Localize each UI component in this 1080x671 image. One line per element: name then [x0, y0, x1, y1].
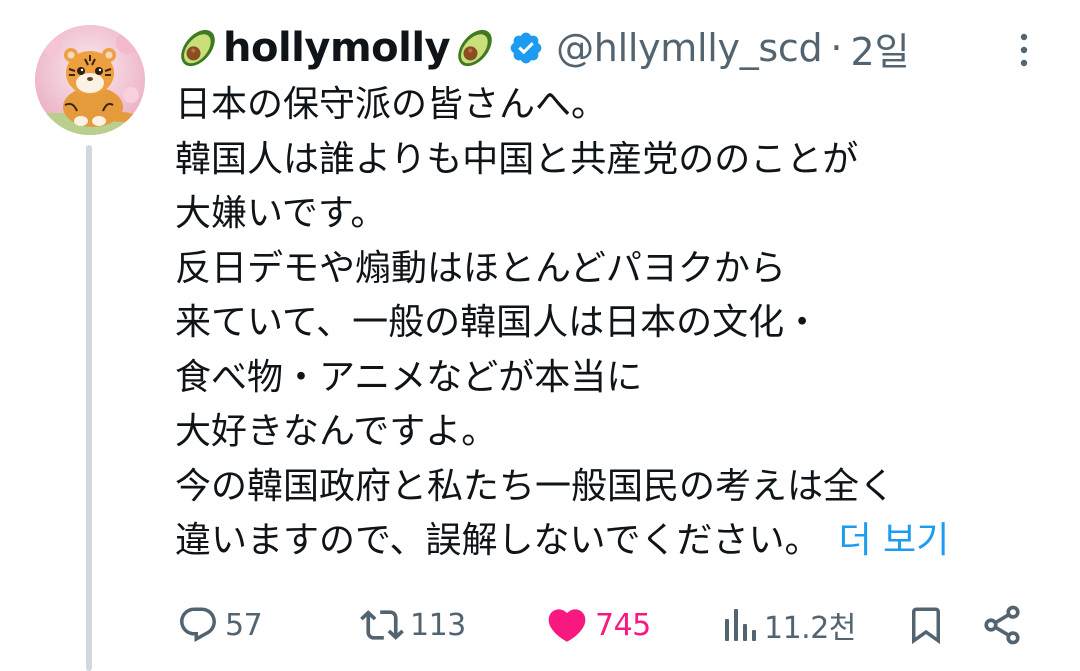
tweet-time[interactable]: 2일 — [850, 21, 909, 76]
tiger-avatar-icon — [35, 25, 145, 135]
avocado-emoji-icon — [175, 25, 221, 71]
action-bar: 57 113 745 11.2천 — [0, 595, 1080, 655]
tweet-header: hollymolly @hllymlly_scd · 2일 — [175, 22, 910, 74]
verified-badge-icon[interactable] — [508, 30, 544, 66]
share-icon — [984, 605, 1020, 645]
author-handle[interactable]: @hllymlly_scd — [556, 26, 823, 70]
tweet: hollymolly @hllymlly_scd · 2일 日本の保守派の皆さん… — [0, 0, 1080, 671]
reply-count: 57 — [225, 607, 263, 643]
tweet-text-line: 来ていて、一般の韓国人は日本の文化・ — [175, 302, 821, 343]
tweet-text-line: 食べ物・アニメなどが本当に — [175, 356, 643, 398]
repost-button[interactable]: 113 — [360, 595, 466, 655]
analytics-icon — [725, 609, 756, 641]
reply-icon — [180, 607, 216, 642]
bookmark-button[interactable] — [905, 595, 947, 655]
tweet-text-line: 日本の保守派の皆さんへ。 — [175, 84, 608, 125]
display-name[interactable]: hollymolly — [223, 25, 451, 71]
show-more-link[interactable]: 더 보기 — [838, 520, 949, 561]
repost-count: 113 — [410, 607, 466, 643]
like-button[interactable]: 745 — [545, 595, 651, 655]
tweet-text-line: 大好きなんですよ。 — [175, 411, 498, 452]
view-count: 11.2천 — [764, 611, 856, 646]
heart-filled-icon — [548, 609, 586, 642]
like-count: 745 — [595, 607, 651, 643]
bookmark-icon — [912, 607, 940, 645]
avatar[interactable] — [35, 25, 145, 135]
reply-button[interactable]: 57 — [177, 595, 263, 655]
tweet-text: 日本の保守派の皆さんへ。 韓国人は誰よりも中国と共産党ののことが 大嫌いです。 … — [175, 78, 1055, 569]
more-options-icon[interactable] — [1012, 30, 1036, 70]
repost-icon — [360, 610, 404, 640]
tweet-text-line: 韓国人は誰よりも中国と共産党ののことが — [175, 138, 859, 180]
share-button[interactable] — [980, 595, 1024, 655]
separator-dot: · — [830, 26, 843, 70]
tweet-text-last-line: 違いますので、誤解しないでください。 더 보기 — [175, 514, 1055, 569]
tweet-text-line: 今の韓国政府と私たち一般国民の考えは全く — [175, 465, 896, 507]
views-button[interactable]: 11.2천 — [722, 595, 856, 655]
avocado-emoji-icon — [452, 25, 498, 71]
tweet-text-line: 違いますので、誤解しないでください。 — [175, 520, 821, 561]
tweet-text-line: 大嫌いです。 — [175, 193, 387, 234]
tweet-text-line: 反日デモや煽動はほとんどパヨクから — [175, 247, 786, 289]
thread-line — [86, 145, 92, 671]
